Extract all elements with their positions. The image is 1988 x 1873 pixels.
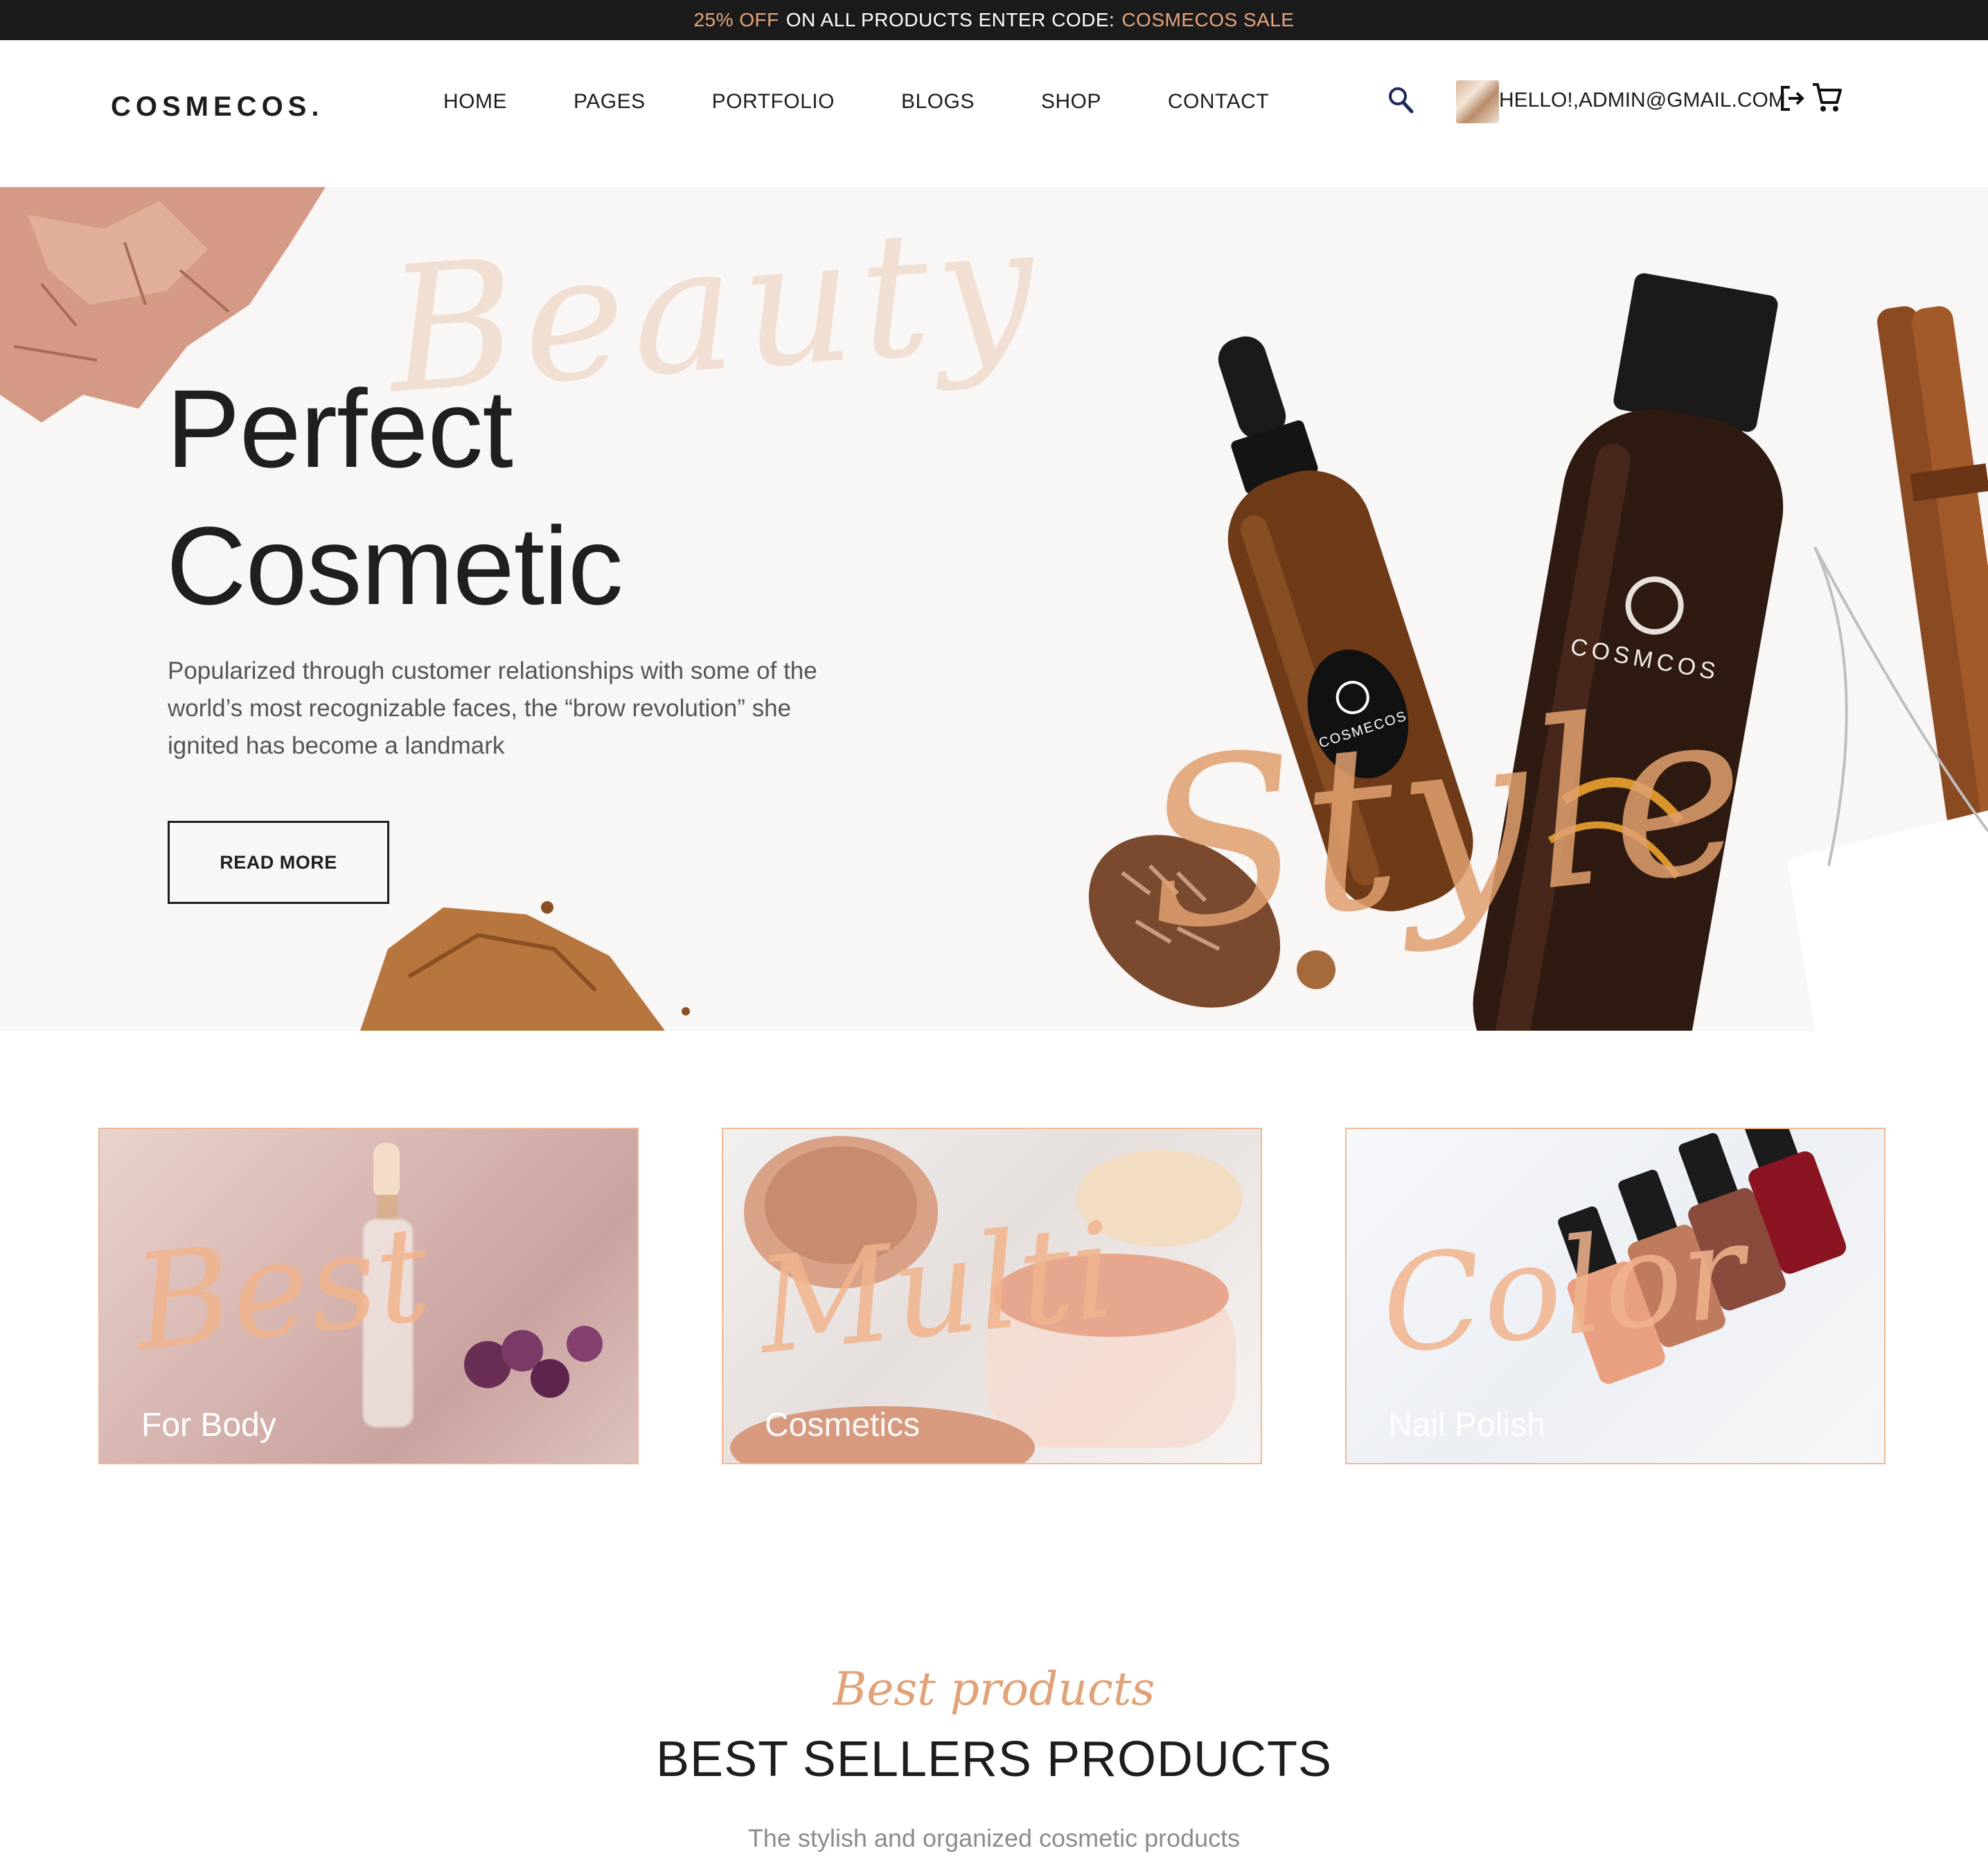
cart-icon[interactable] xyxy=(1811,80,1843,114)
cinnamon-sticks xyxy=(1876,306,1988,830)
avatar[interactable] xyxy=(1456,80,1499,123)
card-label-nail-polish: Nail Polish xyxy=(1388,1407,1545,1444)
nav-shop[interactable]: SHOP xyxy=(1041,90,1101,114)
card-label-body: For Body xyxy=(141,1407,276,1444)
best-sellers-subtitle: The stylish and organized cosmetic produ… xyxy=(747,1824,1241,1852)
promo-discount: 25% OFF xyxy=(693,9,779,30)
hero-title: Perfect Cosmetic xyxy=(166,360,623,634)
hero-title-line1: Perfect xyxy=(166,366,513,490)
nav-home[interactable]: HOME xyxy=(443,90,507,114)
card-script-best: Best xyxy=(127,1197,437,1381)
promo-code: COSMECOS SALE xyxy=(1121,9,1295,30)
category-card-body[interactable]: Best For Body xyxy=(98,1128,639,1464)
category-card-cosmetics[interactable]: Multi Cosmetics xyxy=(722,1128,1262,1464)
card-label-cosmetics: Cosmetics xyxy=(765,1407,921,1444)
promo-text: ON ALL PRODUCTS ENTER CODE: xyxy=(786,9,1115,30)
main-nav: HOME PAGES PORTFOLIO BLOGS SHOP CONTACT xyxy=(443,90,1269,114)
logout-icon[interactable] xyxy=(1779,83,1807,114)
best-sellers-heading: BEST SELLERS PRODUCTS xyxy=(656,1732,1332,1787)
nav-portfolio[interactable]: PORTFOLIO xyxy=(712,90,835,114)
nav-blogs[interactable]: BLOGS xyxy=(901,90,975,114)
nav-contact[interactable]: CONTACT xyxy=(1168,90,1269,114)
bronze-powder xyxy=(360,901,690,1031)
hero-section: COSMECOS COSMCOS Beauty Style Perfect Co… xyxy=(0,187,1988,1031)
category-cards: Best For Body Multi Cosmetics Color Nail… xyxy=(0,1031,1988,1516)
best-products-eyebrow: Best products xyxy=(833,1662,1155,1716)
read-more-button[interactable]: READ MORE xyxy=(168,821,389,904)
best-sellers-section: Best products BEST SELLERS PRODUCTS The … xyxy=(0,1662,1988,1853)
promo-bar: 25% OFF ON ALL PRODUCTS ENTER CODE: COSM… xyxy=(0,0,1988,40)
hero-description: Popularized through customer relationshi… xyxy=(168,657,817,759)
search-icon[interactable] xyxy=(1387,85,1414,115)
hero-title-line2: Cosmetic xyxy=(166,504,623,628)
category-card-nail-polish[interactable]: Color Nail Polish xyxy=(1345,1128,1885,1464)
user-email: HELLO!,ADMIN@GMAIL.COM xyxy=(1499,89,1786,112)
site-logo[interactable]: COSMECOS. xyxy=(111,91,323,123)
nav-pages[interactable]: PAGES xyxy=(574,90,646,114)
site-header: COSMECOS. HOME PAGES PORTFOLIO BLOGS SHO… xyxy=(0,40,1988,187)
